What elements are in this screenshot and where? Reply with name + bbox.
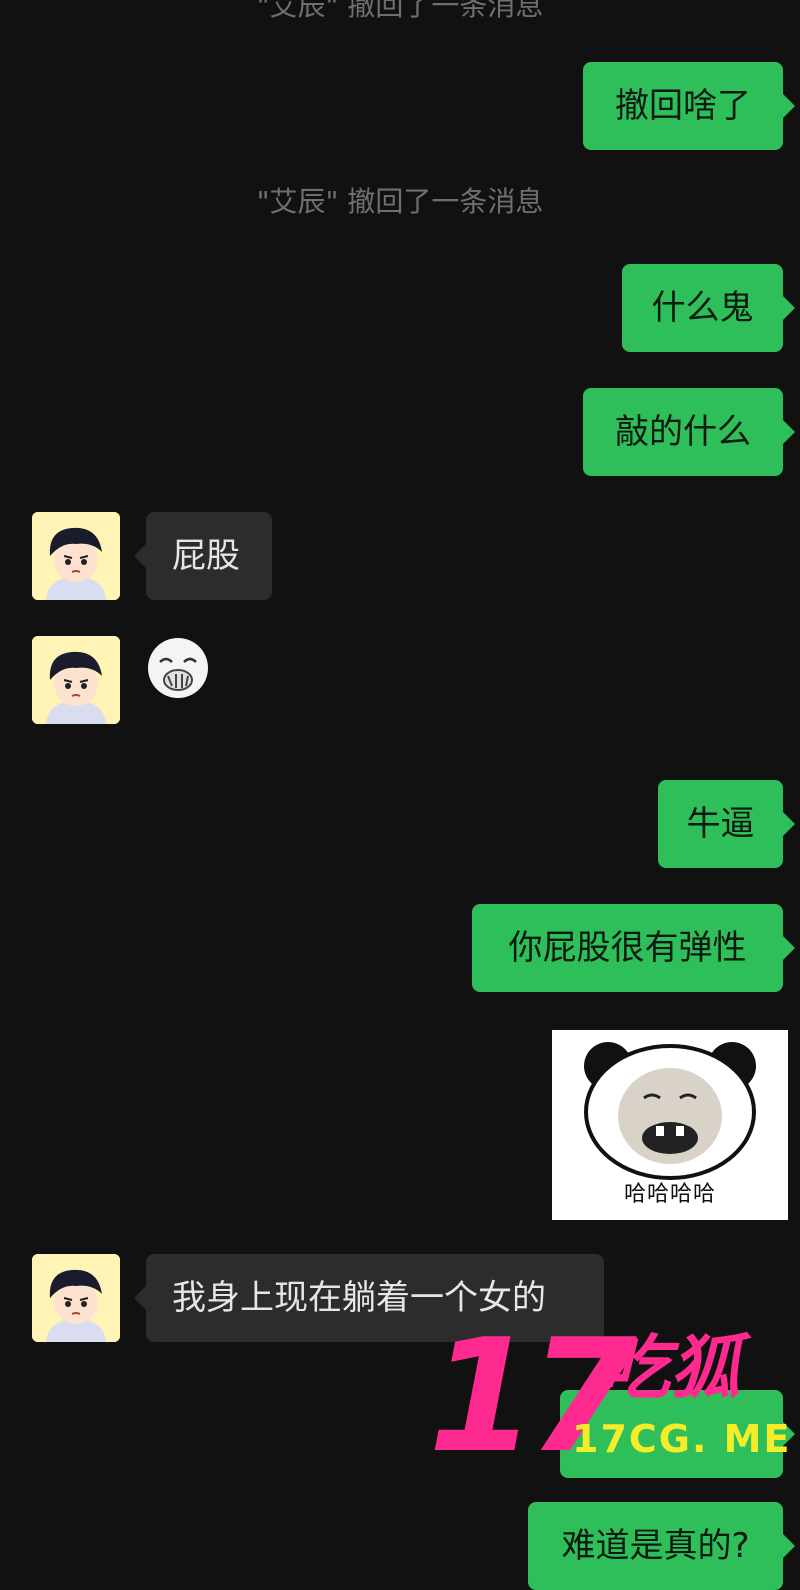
avatar-boy-icon (32, 512, 120, 600)
avatar-boy-icon (32, 636, 120, 724)
meme-sticker-panda[interactable]: 哈哈哈哈 (552, 1030, 788, 1220)
contact-avatar[interactable] (32, 1254, 120, 1342)
watermark-logo-text: 吃狐 (600, 1327, 740, 1409)
message-bubble-outgoing[interactable]: 什么鬼 (622, 264, 795, 352)
contact-avatar[interactable] (32, 512, 120, 600)
meme-sticker-shy[interactable] (146, 636, 210, 700)
message-bubble-outgoing[interactable]: 你屁股很有弹性 (472, 904, 795, 992)
avatar-boy-icon (32, 1254, 120, 1342)
watermark-url: 17CG. ME (572, 1417, 792, 1461)
system-recall-notice: "艾辰" 撤回了一条消息 (256, 185, 544, 218)
message-bubble-outgoing[interactable]: 难道是真的? (528, 1502, 795, 1590)
contact-avatar[interactable] (32, 636, 120, 724)
message-bubble-outgoing[interactable]: 敲的什么 (583, 388, 795, 476)
system-recall-notice: "艾辰" 撤回了一条消息 (256, 0, 544, 22)
shy-face-sticker-icon (148, 638, 208, 698)
message-bubble-incoming[interactable]: 屁股 (134, 512, 272, 600)
message-bubble-outgoing[interactable]: 撤回啥了 (583, 62, 795, 150)
sticker-caption: 哈哈哈哈 (623, 1182, 716, 1207)
message-bubble-outgoing[interactable]: 牛逼 (658, 780, 795, 868)
